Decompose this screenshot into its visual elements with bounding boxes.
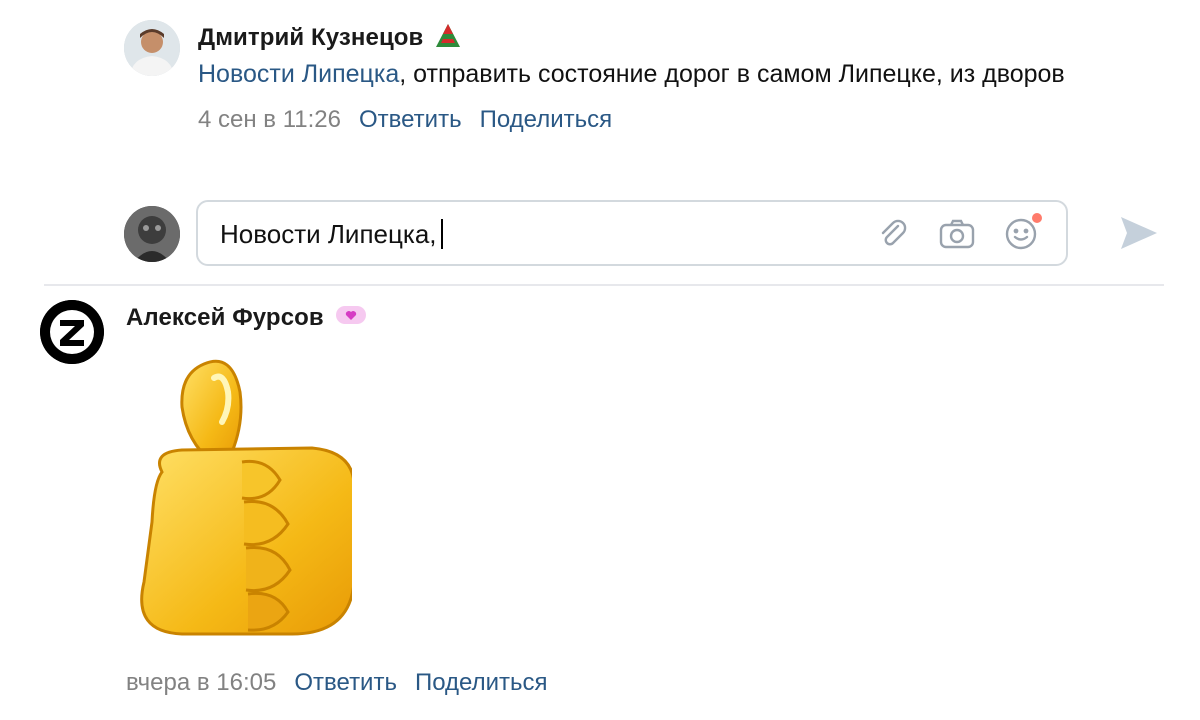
pink-heart-bubble-icon [334, 303, 368, 334]
lokomotiv-emblem-icon [433, 21, 463, 56]
composer-tools [874, 213, 1042, 253]
reply-button[interactable]: Ответить [359, 106, 462, 134]
my-avatar [124, 206, 180, 262]
reply-input[interactable]: Новости Липецка, [196, 200, 1068, 266]
reply-button[interactable]: Ответить [294, 669, 397, 697]
reply-input-text[interactable]: Новости Липецка, [220, 216, 443, 252]
timestamp[interactable]: вчера в 16:05 [126, 669, 276, 697]
avatar[interactable] [124, 20, 180, 76]
send-arrow-icon[interactable] [1114, 210, 1164, 256]
mention-link[interactable]: Новости Липецка [198, 60, 399, 88]
comment-meta: 4 сен в 11:26 Ответить Поделиться [198, 103, 1158, 137]
author-name[interactable]: Дмитрий Кузнецов [198, 24, 423, 52]
divider [44, 284, 1164, 286]
comment-meta: вчера в 16:05 Ответить Поделиться [126, 666, 548, 700]
paperclip-icon[interactable] [874, 215, 912, 253]
author-name[interactable]: Алексей Фурсов [126, 304, 324, 332]
timestamp[interactable]: 4 сен в 11:26 [198, 106, 341, 134]
thumbs-up-sticker[interactable] [92, 352, 356, 642]
camera-icon[interactable] [938, 215, 976, 253]
comment-text: Новости Липецка, отправить состояние дор… [198, 60, 1065, 88]
notification-dot [1032, 213, 1042, 223]
share-button[interactable]: Поделиться [415, 669, 548, 697]
text-caret [440, 219, 443, 249]
smile-icon[interactable] [1002, 213, 1042, 253]
share-button[interactable]: Поделиться [480, 106, 613, 134]
